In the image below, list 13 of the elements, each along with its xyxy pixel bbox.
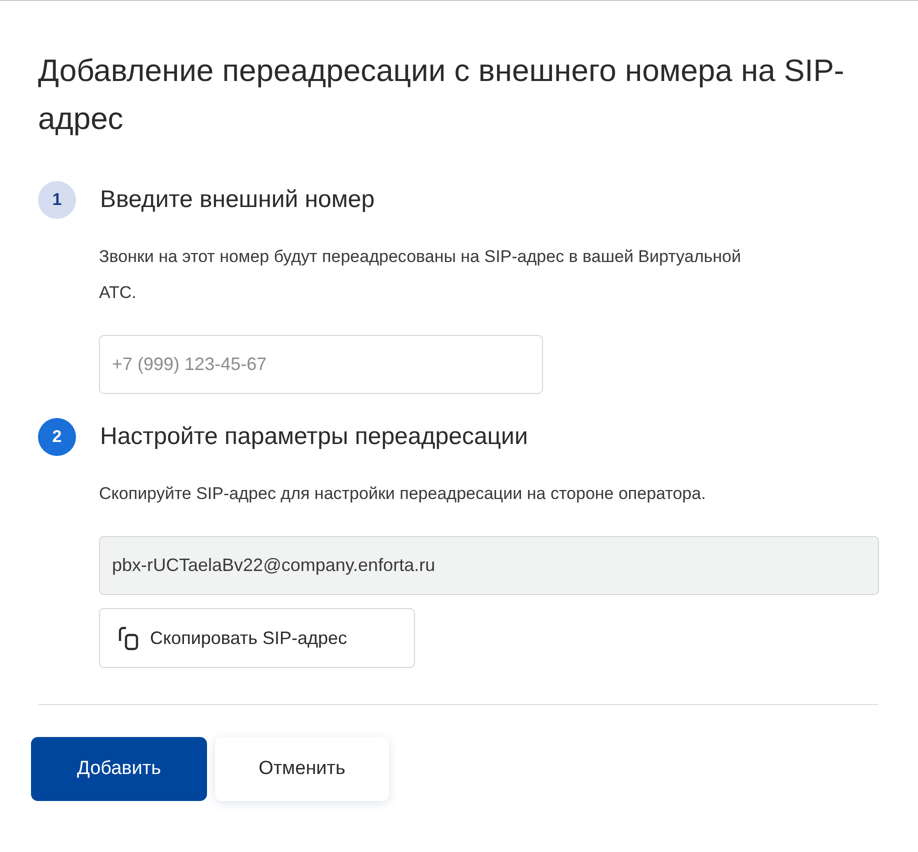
add-button[interactable]: Добавить — [31, 737, 207, 801]
step-description: Звонки на этот номер будут переадресованы на SIP-адрес в вашей Виртуальной АТС. — [99, 246, 742, 304]
phone-input-field[interactable]: +7 (999) 123-45-67 — [99, 335, 543, 394]
copy-button[interactable]: Скопировать SIP-адрес — [99, 608, 415, 668]
sip-address-field: pbx-rUCTaelaBv22@company.enforta.ru — [99, 536, 879, 595]
cancel-button[interactable]: Отменить — [215, 737, 389, 801]
step-heading: Настройте параметры переадресации — [100, 422, 528, 452]
step-description: Скопируйте SIP-адрес для настройки переадресации на стороне оператора. — [99, 483, 707, 505]
step-number: 1 — [38, 181, 76, 219]
copy-icon — [118, 625, 140, 651]
page-title: Добавление переадресации с внешнего номера на SIP-адрес — [38, 52, 846, 138]
step-heading: Введите внешний номер — [100, 186, 375, 214]
step-number: 2 — [38, 418, 76, 456]
